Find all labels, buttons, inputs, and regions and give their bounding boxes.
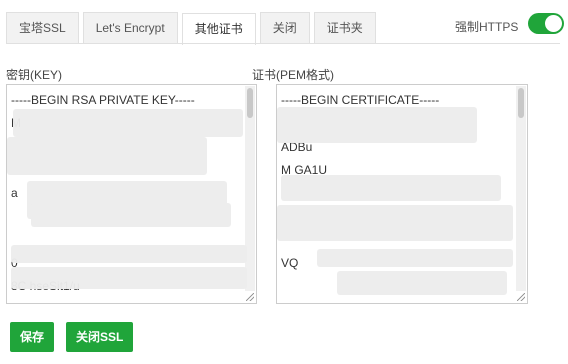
- cert-resize-handle[interactable]: [517, 293, 525, 301]
- toggle-knob: [545, 15, 562, 32]
- tab-lets-encrypt[interactable]: Let's Encrypt: [82, 12, 178, 43]
- tab-close[interactable]: 关闭: [259, 12, 310, 43]
- redaction: [317, 249, 513, 267]
- tab-bar: 宝塔SSL Let's Encrypt 其他证书 关闭 证书夹: [6, 12, 380, 45]
- force-https-label: 强制HTTPS: [455, 20, 519, 34]
- scroll-thumb[interactable]: [247, 88, 253, 118]
- text-line: [11, 299, 242, 303]
- cert-textarea[interactable]: -----BEGIN CERTIFICATE----- ADBu M GA1U V…: [276, 84, 528, 304]
- redaction: [11, 245, 247, 263]
- key-textarea[interactable]: -----BEGIN RSA PRIVATE KEY-----M a08C hs…: [6, 84, 257, 304]
- tab-baota-ssl[interactable]: 宝塔SSL: [6, 12, 79, 43]
- cert-scrollbar[interactable]: [516, 86, 526, 291]
- redaction: [11, 267, 247, 289]
- force-https-toggle[interactable]: [528, 13, 564, 34]
- tab-certificate-folder[interactable]: 证书夹: [313, 12, 376, 43]
- scroll-thumb[interactable]: [518, 88, 524, 118]
- key-resize-handle[interactable]: [246, 293, 254, 301]
- redaction: [13, 109, 243, 137]
- redaction: [281, 175, 501, 201]
- redaction: [7, 137, 207, 175]
- close-ssl-button[interactable]: 关闭SSL: [66, 322, 134, 352]
- redaction: [337, 271, 507, 295]
- save-button[interactable]: 保存: [10, 322, 55, 352]
- tab-other-certificate[interactable]: 其他证书: [181, 13, 256, 45]
- redaction: [277, 107, 477, 143]
- redaction: [31, 203, 231, 227]
- cert-label: 证书(PEM格式): [252, 68, 334, 82]
- redaction: [277, 205, 513, 241]
- tab-divider: [6, 43, 560, 44]
- text-line: mUg: [281, 299, 513, 304]
- key-label: 密钥(KEY): [6, 68, 63, 82]
